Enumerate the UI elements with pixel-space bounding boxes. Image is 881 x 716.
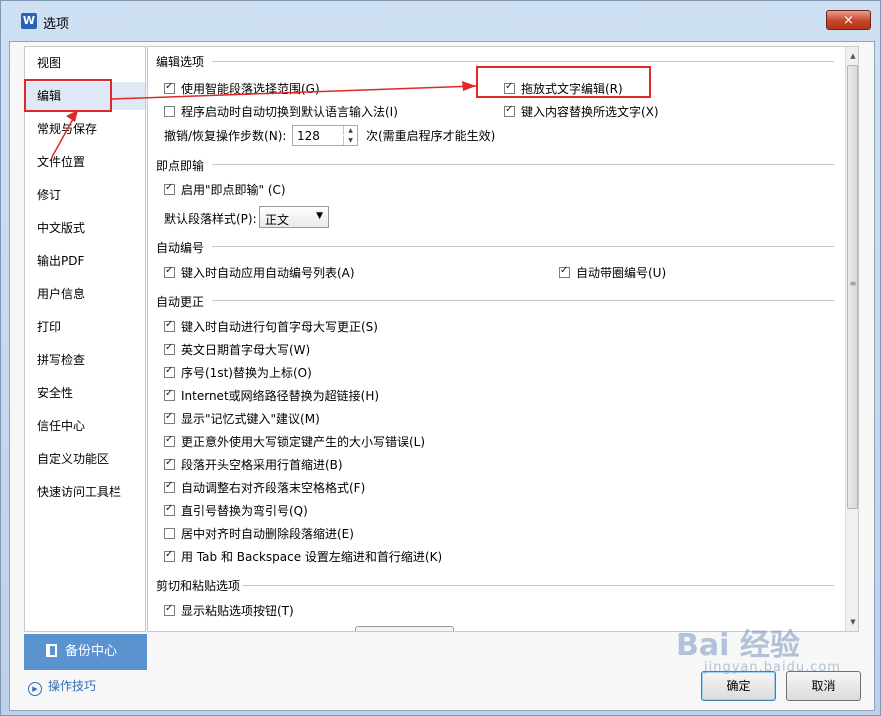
annotation-arrow-line (111, 85, 477, 100)
annotation-arrowhead (462, 81, 476, 91)
annotation-arrows (51, 81, 477, 158)
